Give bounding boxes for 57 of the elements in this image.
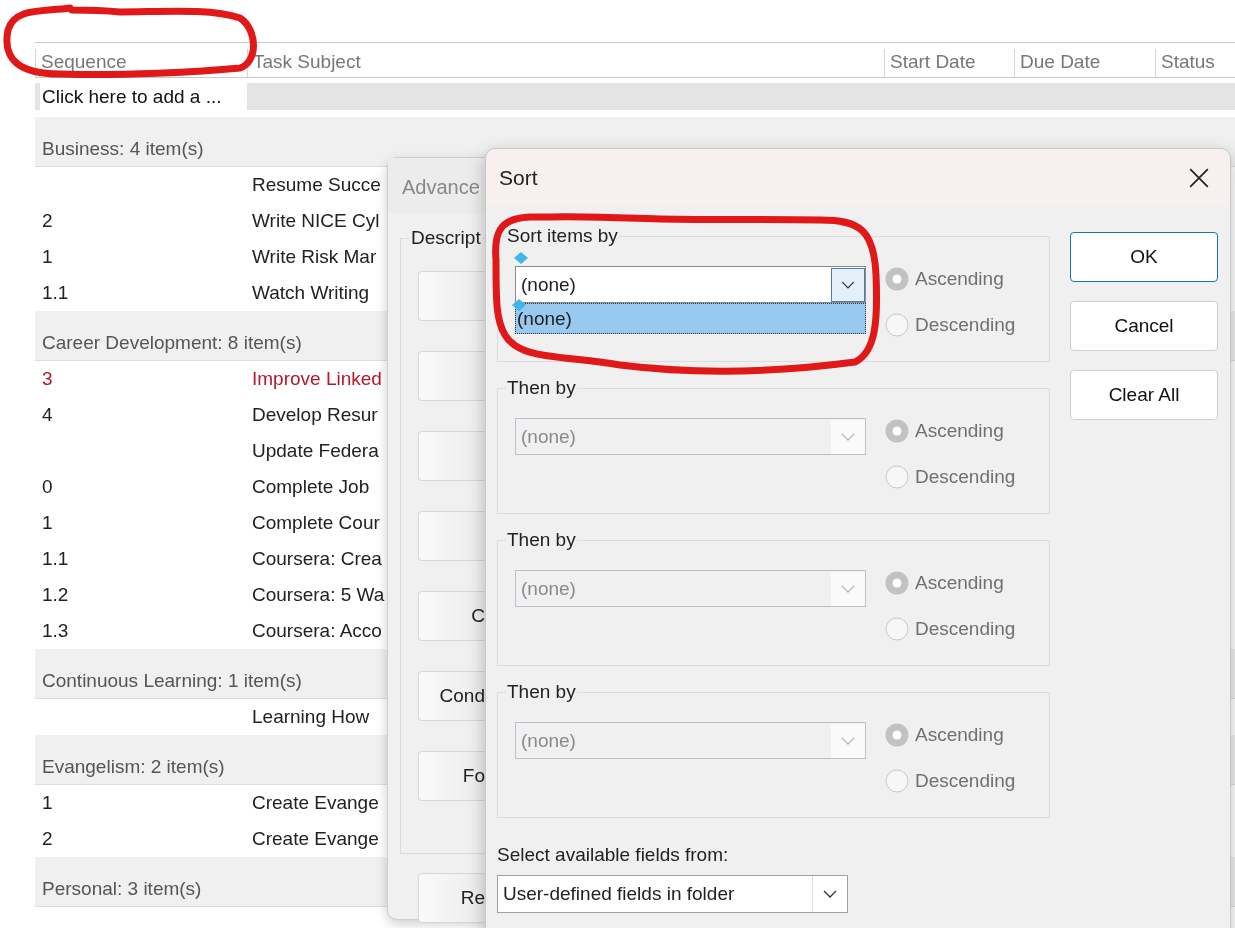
subject-cell: Write NICE Cyl	[252, 210, 380, 232]
chevron-icon	[831, 267, 865, 302]
dialog-button[interactable]: Cancel	[1070, 301, 1218, 351]
sequence-cell: 0	[42, 476, 53, 497]
radio-label: Ascending	[915, 420, 1004, 442]
subject-cell: Coursera: 5 Wa	[252, 584, 385, 606]
column-header[interactable]: Sequence	[35, 49, 247, 77]
dialog-button[interactable]: Clear All	[1070, 370, 1218, 420]
dropdown-option[interactable]: (none)	[515, 303, 866, 334]
chevron-icon	[831, 571, 865, 606]
chevron-icon	[831, 419, 865, 454]
radio-label: Descending	[915, 466, 1016, 488]
sequence-cell: 1.1	[42, 282, 69, 303]
dialog-button[interactable]: OK	[1070, 232, 1218, 282]
group-label: Continuous Learning: 1 item(s)	[42, 670, 302, 692]
sequence-cell: 2	[42, 828, 53, 849]
group-label: Personal: 3 item(s)	[42, 878, 202, 900]
sequence-cell: 1	[42, 512, 53, 533]
column-header[interactable]: Task Subject	[247, 49, 884, 77]
radio-label: Ascending	[915, 724, 1004, 746]
column-header[interactable]: Due Date	[1014, 49, 1155, 77]
subject-cell: Complete Job	[252, 476, 370, 498]
group-label: Career Development: 8 item(s)	[42, 332, 302, 354]
subject-cell: Complete Cour	[252, 512, 380, 534]
subject-cell: Improve Linked	[252, 368, 382, 390]
sequence-cell: 4	[42, 404, 53, 425]
subject-cell: Learning How	[252, 706, 370, 728]
fields-label: Select available fields from:	[497, 844, 730, 866]
subject-cell: Coursera: Crea	[252, 548, 382, 570]
sequence-cell: 1.3	[42, 620, 69, 641]
subject-cell: Develop Resur	[252, 404, 378, 426]
column-header[interactable]: Status	[1155, 49, 1235, 77]
new-item-field[interactable]: Click here to add a ...	[40, 83, 247, 110]
sequence-cell: 2	[42, 210, 53, 231]
radio-label: Ascending	[915, 572, 1004, 594]
selection-handle[interactable]	[514, 252, 528, 264]
subject-cell: Coursera: Acco	[252, 620, 382, 642]
group-label: Business: 4 item(s)	[42, 138, 204, 160]
subject-cell: Create Evange	[252, 792, 379, 814]
radio-label: Descending	[915, 770, 1016, 792]
radio-label: Descending	[915, 618, 1016, 640]
sequence-cell: 3	[42, 368, 53, 389]
subject-cell: Watch Writing	[252, 282, 370, 304]
sort-field-dropdown[interactable]: (none)	[515, 266, 866, 303]
subject-cell: Write Risk Mar	[252, 246, 377, 268]
column-header[interactable]: Start Date	[884, 49, 1014, 77]
subject-cell: Create Evange	[252, 828, 379, 850]
group-label: Evangelism: 2 item(s)	[42, 756, 225, 778]
radio-label: Ascending	[915, 268, 1004, 290]
sequence-cell: 1	[42, 792, 53, 813]
sequence-cell: 1	[42, 246, 53, 267]
fields-dropdown[interactable]: User-defined fields in folder	[497, 875, 848, 913]
sequence-cell: 1.1	[42, 548, 69, 569]
radio-label: Descending	[915, 314, 1016, 336]
close-icon[interactable]	[1188, 166, 1210, 189]
sequence-cell: 1.2	[42, 584, 69, 605]
chevron-icon	[831, 723, 865, 758]
